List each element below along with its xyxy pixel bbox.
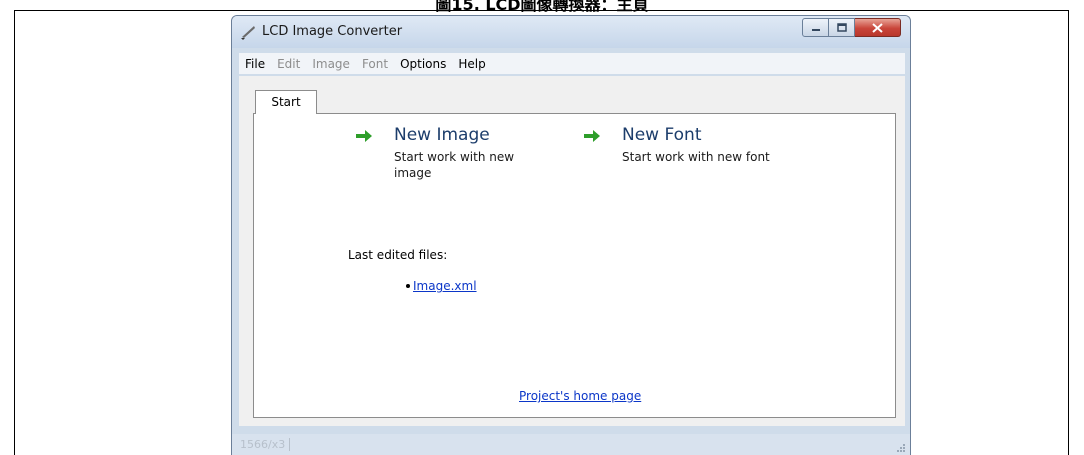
close-icon [872, 22, 883, 33]
new-image-action[interactable]: New Image Start work with new image [355, 125, 555, 185]
title-bar[interactable]: LCD Image Converter [232, 16, 910, 48]
minimize-button[interactable] [802, 18, 829, 37]
recent-file-item: Image.xml [406, 279, 477, 293]
menu-image[interactable]: Image [306, 57, 356, 71]
menu-font[interactable]: Font [356, 57, 394, 71]
close-button[interactable] [855, 18, 901, 37]
last-edited-label: Last edited files: [348, 248, 448, 262]
menu-bar: File Edit Image Font Options Help [239, 53, 905, 74]
app-window: LCD Image Converter File Edit Image Font… [231, 15, 911, 455]
menu-file[interactable]: File [239, 57, 271, 71]
new-font-subtitle: Start work with new font [622, 150, 770, 164]
tab-start[interactable]: Start [255, 90, 317, 114]
resize-grip-icon[interactable] [896, 443, 906, 453]
menu-help[interactable]: Help [452, 57, 491, 71]
green-arrow-icon [584, 130, 600, 142]
menu-options[interactable]: Options [394, 57, 452, 71]
new-font-action[interactable]: New Font Start work with new font [583, 125, 803, 165]
start-panel: New Image Start work with new image New … [253, 113, 896, 418]
green-arrow-icon [356, 130, 372, 142]
client-area: Start New Image Start work with new imag… [239, 76, 905, 426]
status-bar: 1566/x3 [232, 434, 910, 455]
window-controls [802, 18, 901, 37]
maximize-button[interactable] [829, 18, 855, 37]
menu-edit[interactable]: Edit [271, 57, 306, 71]
minimize-icon [811, 28, 820, 31]
recent-file-link[interactable]: Image.xml [413, 279, 477, 293]
new-image-subtitle: Start work with new image [394, 150, 515, 180]
maximize-icon [836, 23, 847, 32]
new-image-title[interactable]: New Image [394, 125, 490, 145]
window-title: LCD Image Converter [262, 24, 403, 39]
app-icon [241, 26, 255, 40]
home-page-link[interactable]: Project's home page [519, 389, 641, 403]
status-text: 1566/x3 [240, 438, 291, 451]
new-font-title[interactable]: New Font [622, 125, 702, 145]
bullet [406, 284, 410, 288]
